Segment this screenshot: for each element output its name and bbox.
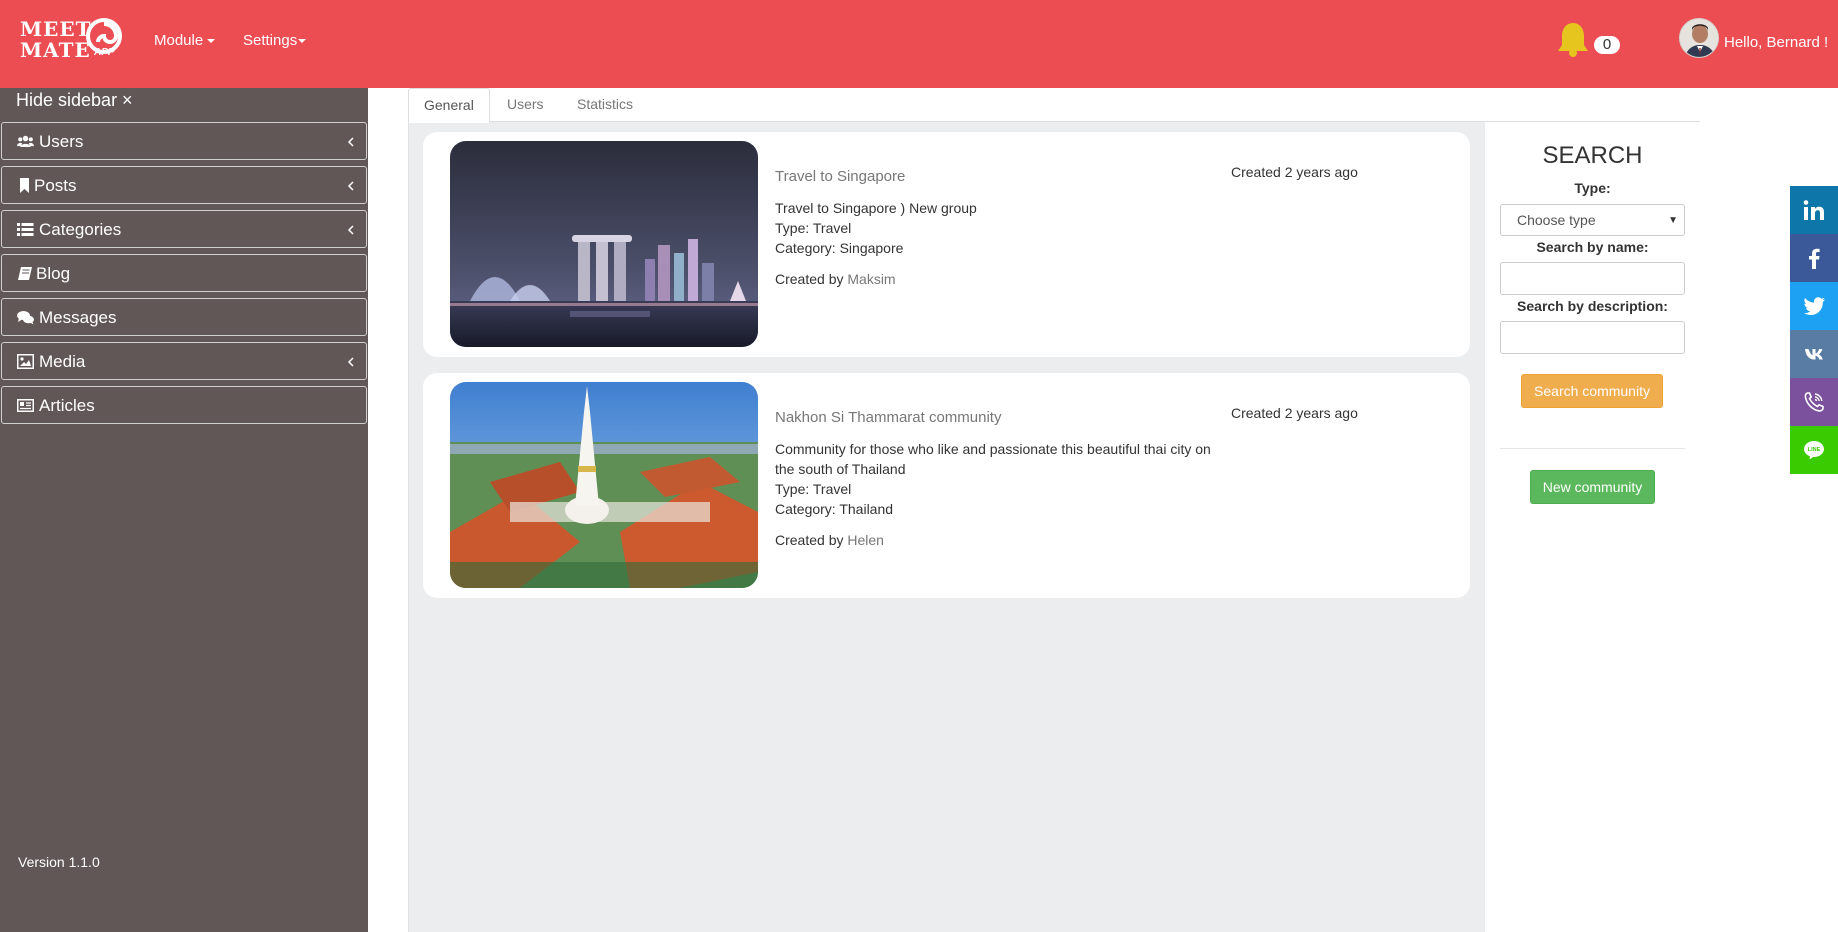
sidebar-item-label: Blog bbox=[36, 264, 71, 283]
author-link[interactable]: Helen bbox=[847, 532, 884, 548]
sidebar-item-label: Messages bbox=[39, 308, 117, 327]
community-created-date: Created 2 years ago bbox=[1231, 164, 1358, 180]
vk-share-button[interactable] bbox=[1790, 330, 1838, 378]
search-community-button[interactable]: Search community bbox=[1521, 374, 1663, 408]
community-description: Travel to Singapore ) New group bbox=[775, 200, 977, 216]
community-category: Category: Singapore bbox=[775, 240, 904, 256]
linkedin-share-button[interactable] bbox=[1790, 186, 1838, 234]
user-greeting[interactable]: Hello, Bernard ! bbox=[1724, 34, 1828, 51]
sidebar-item-messages[interactable]: Messages bbox=[1, 298, 367, 336]
chevron-left-icon bbox=[347, 357, 354, 367]
community-title-link[interactable]: Travel to Singapore bbox=[775, 168, 905, 185]
tab-users[interactable]: Users bbox=[492, 88, 559, 122]
chevron-left-icon bbox=[347, 181, 354, 191]
sidebar-item-label: Users bbox=[39, 132, 84, 151]
sidebar-item-label: Posts bbox=[34, 176, 77, 195]
app-version: Version 1.1.0 bbox=[18, 854, 100, 870]
search-description-input[interactable] bbox=[1500, 321, 1685, 354]
dropdown-arrow-icon: ▼ bbox=[1668, 215, 1678, 226]
community-category: Category: Thailand bbox=[775, 501, 894, 517]
community-type: Type: Travel bbox=[775, 220, 852, 236]
created-by-label: Created by bbox=[775, 532, 844, 548]
community-author: Created by Helen bbox=[775, 532, 884, 548]
community-image[interactable] bbox=[450, 141, 758, 347]
viber-share-button[interactable] bbox=[1790, 378, 1838, 426]
newspaper-icon bbox=[17, 399, 34, 412]
image-icon bbox=[17, 354, 34, 369]
facebook-share-button[interactable] bbox=[1790, 234, 1838, 282]
description-label: Search by description: bbox=[1517, 298, 1668, 314]
chevron-down-icon bbox=[298, 39, 307, 44]
sidebar-item-label: Categories bbox=[39, 220, 122, 239]
author-link[interactable]: Maksim bbox=[847, 271, 895, 287]
community-description: Community for those who like and passion… bbox=[775, 441, 1211, 477]
chevron-down-icon bbox=[207, 39, 216, 44]
comments-icon bbox=[17, 311, 34, 325]
logo-app-label: APP bbox=[94, 47, 115, 58]
tab-general[interactable]: General bbox=[408, 88, 490, 123]
book-icon bbox=[18, 267, 32, 280]
module-menu-label: Module bbox=[154, 32, 204, 49]
search-title: SEARCH bbox=[1542, 142, 1643, 169]
community-image[interactable] bbox=[450, 382, 758, 588]
community-type: Type: Travel bbox=[775, 481, 852, 497]
type-label: Type: bbox=[1574, 180, 1611, 196]
search-name-input[interactable] bbox=[1500, 262, 1685, 295]
sidebar-item-articles[interactable]: Articles bbox=[1, 386, 367, 424]
new-community-button[interactable]: New community bbox=[1530, 470, 1655, 504]
svg-text:LINE: LINE bbox=[1808, 447, 1821, 453]
hide-sidebar-button[interactable]: Hide sidebar × bbox=[16, 90, 133, 111]
list-icon bbox=[17, 223, 34, 236]
sidebar-item-users[interactable]: Users bbox=[1, 122, 367, 160]
sidebar-item-label: Articles bbox=[39, 396, 95, 415]
bell-icon[interactable] bbox=[1556, 20, 1590, 58]
settings-menu-label: Settings bbox=[243, 32, 298, 49]
sidebar-item-posts[interactable]: Posts bbox=[1, 166, 367, 204]
bookmark-icon bbox=[20, 178, 29, 193]
twitter-icon bbox=[1804, 297, 1825, 315]
chevron-left-icon bbox=[347, 137, 354, 147]
sidebar-item-blog[interactable]: Blog bbox=[1, 254, 367, 292]
community-card: Nakhon Si Thammarat community Community … bbox=[423, 373, 1470, 598]
tab-statistics[interactable]: Statistics bbox=[562, 88, 648, 122]
logo-line-1: MEET bbox=[20, 17, 92, 41]
name-label: Search by name: bbox=[1536, 239, 1649, 255]
content-gutter bbox=[368, 88, 408, 932]
user-avatar[interactable] bbox=[1679, 18, 1719, 58]
line-icon: LINE bbox=[1804, 441, 1824, 460]
users-icon bbox=[17, 135, 34, 148]
logo-line-2: MATE bbox=[20, 38, 91, 62]
community-author: Created by Maksim bbox=[775, 271, 896, 287]
settings-menu[interactable]: Settings bbox=[243, 32, 307, 49]
sidebar-item-categories[interactable]: Categories bbox=[1, 210, 367, 248]
sidebar-item-media[interactable]: Media bbox=[1, 342, 367, 380]
community-created-date: Created 2 years ago bbox=[1231, 405, 1358, 421]
divider bbox=[1500, 448, 1685, 449]
sidebar-item-label: Media bbox=[39, 352, 86, 371]
twitter-share-button[interactable] bbox=[1790, 282, 1838, 330]
user-photo bbox=[1680, 19, 1718, 57]
viber-icon bbox=[1804, 392, 1824, 412]
type-select[interactable]: Choose type ▼ bbox=[1500, 204, 1685, 236]
community-card: Travel to Singapore Travel to Singapore … bbox=[423, 132, 1470, 357]
thai-temple-image bbox=[450, 382, 758, 588]
module-menu[interactable]: Module bbox=[154, 32, 216, 49]
chevron-left-icon bbox=[347, 225, 354, 235]
linkedin-icon bbox=[1803, 200, 1824, 220]
type-select-value: Choose type bbox=[1517, 212, 1596, 228]
created-by-label: Created by bbox=[775, 271, 844, 287]
notification-count-badge[interactable]: 0 bbox=[1594, 36, 1620, 54]
vk-icon bbox=[1805, 349, 1823, 360]
meetmate-logo[interactable]: MEET MATE APP bbox=[20, 16, 124, 62]
singapore-skyline-image bbox=[450, 141, 758, 347]
line-share-button[interactable]: LINE bbox=[1790, 426, 1838, 474]
community-title-link[interactable]: Nakhon Si Thammarat community bbox=[775, 409, 1001, 426]
tab-bar: General Users Statistics bbox=[408, 88, 1700, 123]
facebook-icon bbox=[1809, 248, 1820, 269]
